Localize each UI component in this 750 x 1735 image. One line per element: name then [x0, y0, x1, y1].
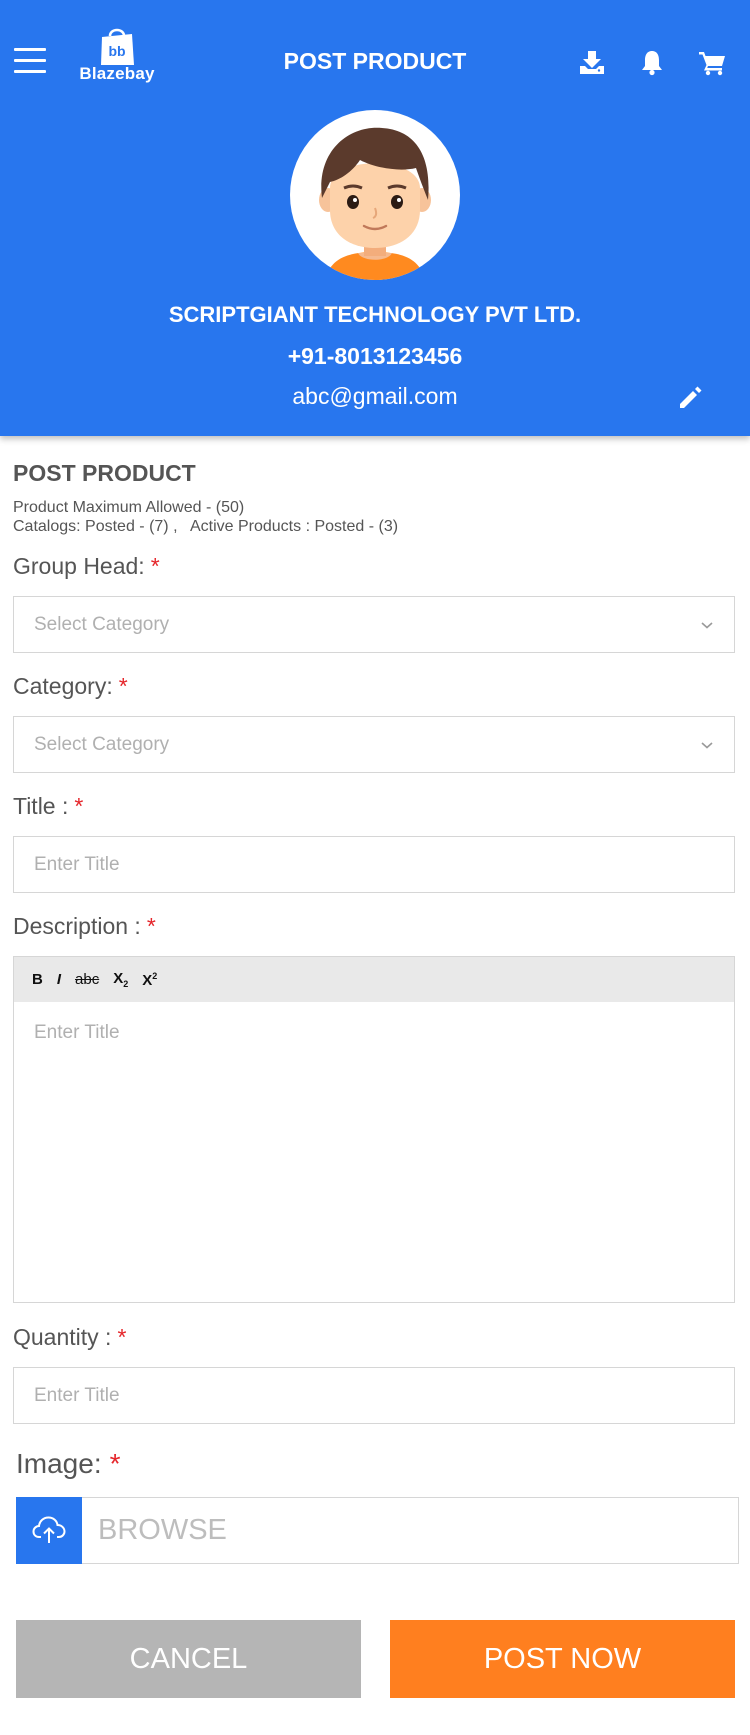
image-upload-field[interactable]: BROWSE: [16, 1496, 739, 1564]
superscript-button[interactable]: X2: [142, 971, 157, 989]
app-header: bb Blazebay POST PRODUCT SCRIPTGIANT TEC…: [0, 0, 750, 436]
product-max-info: Product Maximum Allowed - (50): [13, 499, 245, 516]
category-label: Category: *: [13, 673, 128, 699]
avatar-illustration: [319, 127, 431, 280]
italic-button[interactable]: I: [57, 971, 61, 988]
company-name: SCRIPTGIANT TECHNOLOGY PVT LTD.: [168, 302, 582, 327]
post-now-button[interactable]: POST NOW: [390, 1620, 735, 1698]
group-head-label: Group Head: *: [13, 553, 160, 579]
description-textarea[interactable]: [14, 1002, 734, 1302]
quantity-label: Quantity : *: [13, 1324, 127, 1350]
download-icon[interactable]: [578, 48, 606, 76]
upload-button[interactable]: [16, 1496, 82, 1564]
chevron-down-icon: [701, 741, 713, 749]
description-editor: B I abc X2 X2: [13, 956, 735, 1303]
category-select[interactable]: Select Category: [13, 716, 735, 773]
subscript-button[interactable]: X2: [113, 970, 128, 989]
catalog-posted-info: Catalogs: Posted - (7) , Active Products…: [13, 518, 399, 535]
edit-profile-icon[interactable]: [676, 384, 704, 412]
quantity-input[interactable]: [13, 1367, 735, 1424]
browse-label: BROWSE: [98, 1514, 227, 1546]
description-label: Description : *: [13, 913, 156, 939]
required-mark: *: [117, 1324, 127, 1350]
cancel-button[interactable]: CANCEL: [16, 1620, 361, 1698]
required-mark: *: [109, 1448, 121, 1479]
cart-icon[interactable]: [698, 48, 726, 76]
required-mark: *: [74, 793, 84, 819]
image-label: Image: *: [16, 1448, 121, 1479]
group-head-select[interactable]: Select Category: [13, 596, 735, 653]
bell-icon[interactable]: [638, 48, 666, 76]
chevron-down-icon: [701, 621, 713, 629]
title-input[interactable]: [13, 836, 735, 893]
required-mark: *: [150, 553, 160, 579]
profile-avatar[interactable]: [290, 110, 460, 280]
cloud-upload-icon: [32, 1516, 66, 1543]
profile-email: abc@gmail.com: [292, 383, 458, 409]
profile-phone: +91-8013123456: [287, 343, 463, 369]
form-section-title: POST PRODUCT: [13, 460, 196, 486]
bold-button[interactable]: B: [32, 971, 43, 988]
editor-toolbar: B I abc X2 X2: [14, 957, 734, 1002]
required-mark: *: [118, 673, 128, 699]
strikethrough-button[interactable]: abc: [75, 971, 99, 988]
title-label: Title : *: [13, 793, 84, 819]
posting-limits-info: Product Maximum Allowed - (50) Catalogs:…: [13, 498, 398, 536]
required-mark: *: [146, 913, 156, 939]
